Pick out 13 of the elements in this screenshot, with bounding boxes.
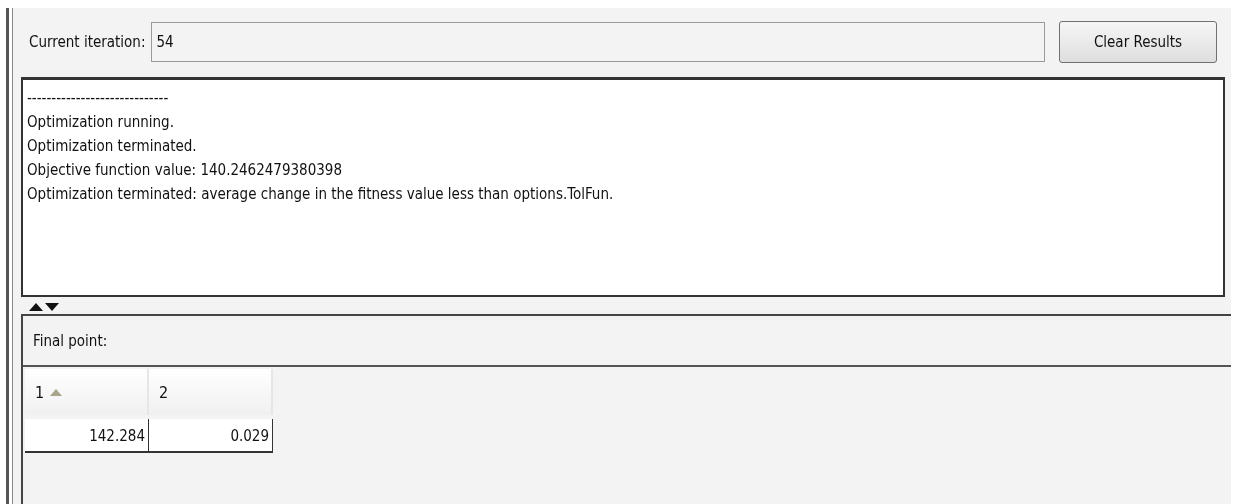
clear-results-button[interactable]: Clear Results [1059, 21, 1217, 63]
column-header[interactable]: 2 [149, 369, 273, 415]
table-cell: 142.284 [25, 419, 149, 453]
log-line: Optimization terminated: average change in the fitness value less than options.TolFun. [27, 184, 615, 205]
iteration-label: Current iteration: [28, 33, 146, 51]
log-line: Optimization running. [27, 112, 175, 133]
log-line: ----------------------------- [27, 88, 170, 109]
final-point-label: Final point: [33, 331, 108, 350]
log-line: Objective function value: 140.2462479380398 [27, 160, 343, 181]
table-cell: 0.029 [149, 419, 273, 453]
log-line: Optimization terminated. [27, 136, 198, 157]
column-header[interactable]: 1 [25, 369, 149, 415]
iteration-field[interactable]: 54 [151, 22, 1045, 62]
